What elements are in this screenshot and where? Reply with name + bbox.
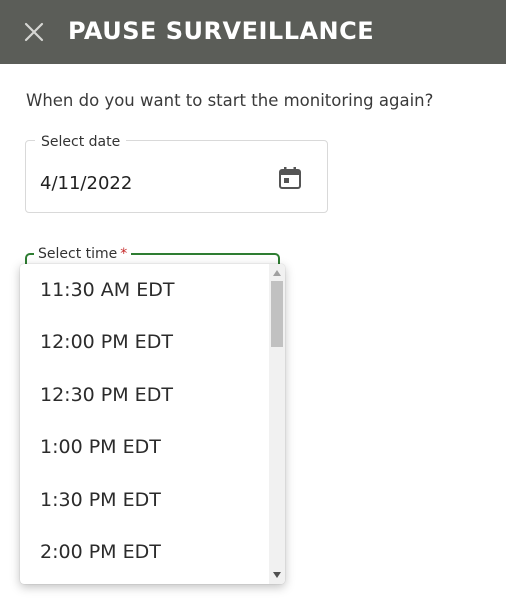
scroll-down-arrow-icon[interactable]: [269, 568, 285, 582]
time-option[interactable]: 12:30 PM EDT: [20, 369, 269, 422]
required-marker: *: [120, 246, 128, 262]
dropdown-scrollbar[interactable]: [269, 264, 285, 584]
pause-surveillance-dialog: PAUSE SURVEILLANCE When do you want to s…: [0, 0, 506, 607]
time-option[interactable]: 11:30 AM EDT: [20, 264, 269, 316]
time-option[interactable]: 12:00 PM EDT: [20, 316, 269, 369]
time-dropdown-list[interactable]: 11:30 AM EDT 12:00 PM EDT 12:30 PM EDT 1…: [20, 264, 285, 584]
time-option[interactable]: 1:30 PM EDT: [20, 474, 269, 527]
question-text: When do you want to start the monitoring…: [26, 91, 434, 110]
dialog-header: PAUSE SURVEILLANCE: [0, 0, 506, 64]
date-field-value[interactable]: 4/11/2022: [40, 172, 132, 196]
date-field-label: Select date: [35, 133, 127, 151]
dialog-title: PAUSE SURVEILLANCE: [68, 17, 375, 45]
time-field-label: Select time *: [34, 245, 132, 263]
calendar-icon[interactable]: [277, 165, 303, 191]
close-button[interactable]: [22, 20, 46, 44]
time-option[interactable]: 2:00 PM EDT: [20, 526, 269, 579]
time-field-label-text: Select time: [38, 246, 118, 262]
time-options: 11:30 AM EDT 12:00 PM EDT 12:30 PM EDT 1…: [20, 264, 269, 579]
close-icon: [24, 22, 44, 42]
scrollbar-thumb[interactable]: [271, 281, 283, 347]
scroll-up-arrow-icon[interactable]: [269, 266, 285, 280]
time-option[interactable]: 1:00 PM EDT: [20, 421, 269, 474]
date-field[interactable]: Select date 4/11/2022: [25, 133, 328, 213]
